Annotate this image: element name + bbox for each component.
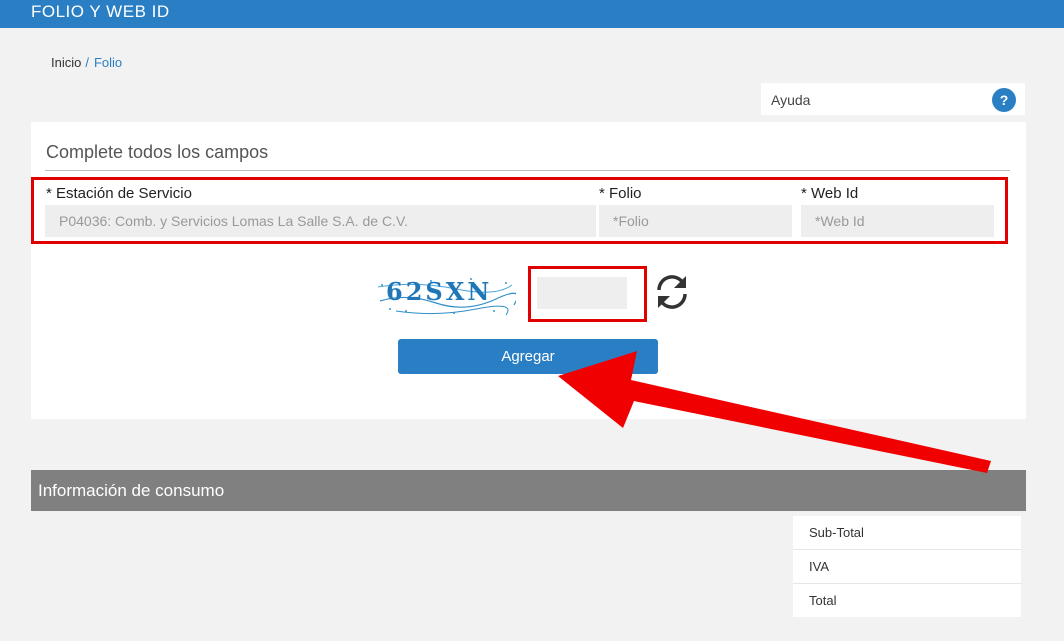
help-label: Ayuda bbox=[771, 92, 811, 108]
help-icon[interactable]: ? bbox=[992, 88, 1016, 112]
station-field[interactable]: P04036: Comb. y Servicios Lomas La Salle… bbox=[45, 205, 596, 237]
consumo-title: Información de consumo bbox=[38, 481, 225, 500]
folio-label: * Folio bbox=[599, 185, 642, 202]
heading-divider bbox=[45, 170, 1010, 171]
breadcrumb-current[interactable]: Folio bbox=[94, 55, 122, 70]
page-title: FOLIO Y WEB ID bbox=[31, 2, 170, 21]
breadcrumb-separator: / bbox=[85, 55, 89, 70]
webid-label: * Web Id bbox=[801, 185, 859, 202]
folio-input[interactable]: *Folio bbox=[599, 205, 792, 237]
iva-row: IVA bbox=[793, 550, 1021, 584]
webid-input[interactable]: *Web Id bbox=[801, 205, 994, 237]
captcha-text: 62SXN bbox=[386, 277, 492, 306]
total-row: Total bbox=[809, 593, 837, 608]
captcha-input[interactable] bbox=[537, 277, 627, 309]
top-header-bar: FOLIO Y WEB ID bbox=[0, 0, 1064, 28]
breadcrumb-home-link[interactable]: Inicio bbox=[51, 55, 81, 70]
station-label: * Estación de Servicio bbox=[46, 185, 192, 202]
help-panel[interactable]: Ayuda ? bbox=[761, 83, 1025, 115]
totals-table: Sub-Total IVA Total bbox=[793, 516, 1021, 617]
form-heading: Complete todos los campos bbox=[46, 142, 269, 162]
refresh-icon[interactable] bbox=[653, 273, 691, 311]
folio-form-panel: Complete todos los campos * Estación de … bbox=[31, 122, 1026, 419]
subtotal-row: Sub-Total bbox=[793, 516, 1021, 550]
breadcrumb: Inicio / Folio bbox=[51, 55, 122, 70]
consumo-section-header: Información de consumo bbox=[31, 470, 1026, 511]
captcha-image: 62SXN bbox=[377, 277, 516, 316]
add-button[interactable]: Agregar bbox=[398, 339, 658, 374]
